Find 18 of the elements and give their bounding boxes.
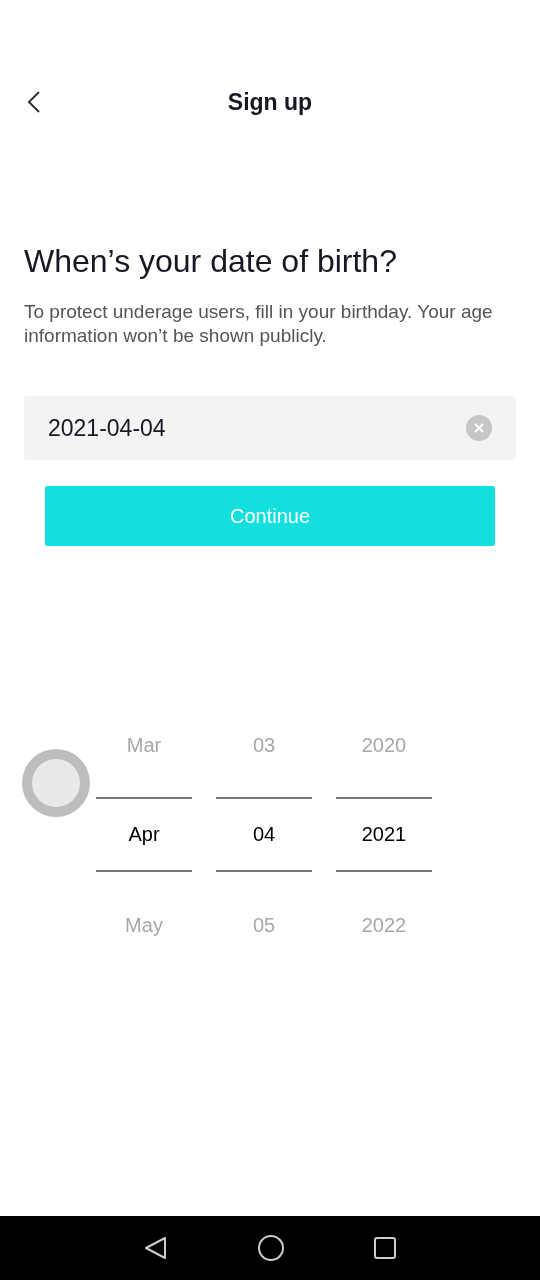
recents-icon[interactable] [373,1236,397,1260]
picker-option[interactable]: Mar [96,700,192,790]
picker-option[interactable]: Apr [96,797,192,872]
picker-option[interactable]: 05 [216,880,312,970]
picker-option[interactable]: May [96,880,192,970]
date-field[interactable]: 2021-04-04 [24,396,516,460]
home-icon[interactable] [257,1234,285,1262]
description-text: To protect underage users, fill in your birthday. Your age information won’t be shown publicly. [24,300,494,348]
picker-option[interactable]: 2021 [336,797,432,872]
picker-option[interactable]: 2020 [336,700,432,790]
continue-button[interactable]: Continue [45,486,495,546]
page-title: Sign up [227,88,313,116]
touch-indicator-icon [22,749,90,817]
picker-option[interactable]: 03 [216,700,312,790]
question-heading: When’s your date of birth? [24,242,398,281]
picker-option[interactable]: 2022 [336,880,432,970]
picker-option[interactable]: 04 [216,797,312,872]
back-icon[interactable] [143,1235,169,1261]
